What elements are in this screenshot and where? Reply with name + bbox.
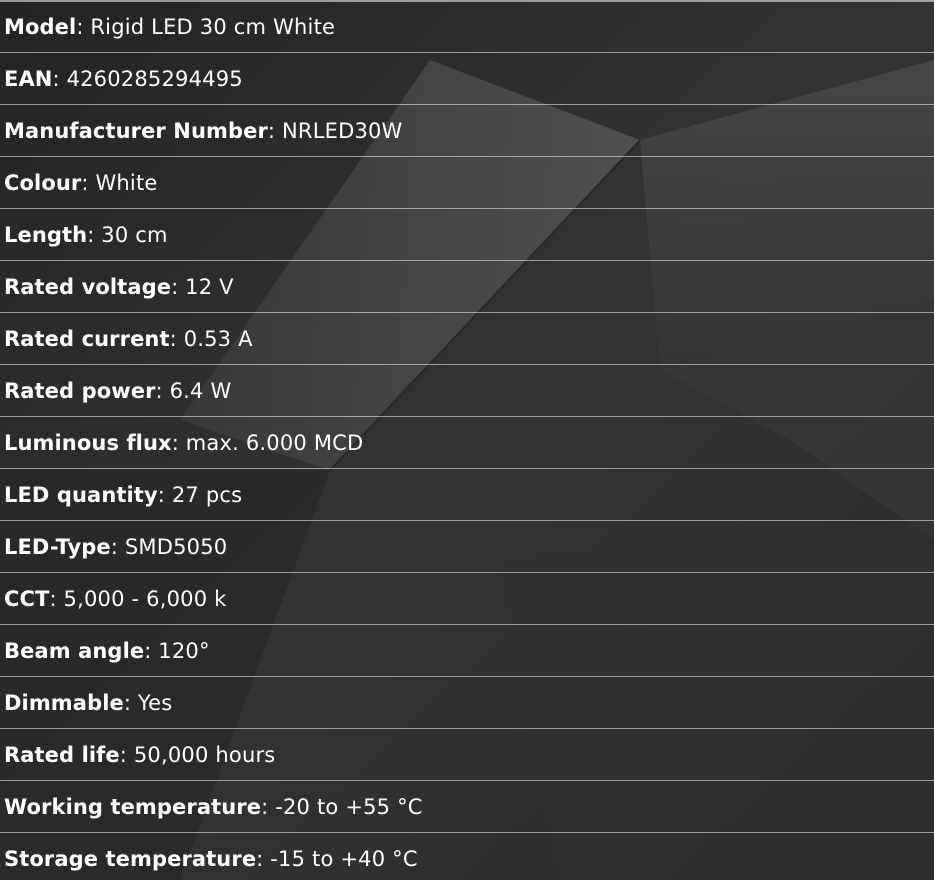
spec-label: Rated power (4, 378, 156, 403)
spec-label: Working temperature (4, 794, 262, 819)
spec-value: -15 to +40 °C (270, 846, 418, 871)
spec-label: CCT (4, 586, 50, 611)
spec-separator: : (81, 170, 89, 195)
spec-value: NRLED30W (282, 118, 403, 143)
spec-label: Rated life (4, 742, 120, 767)
spec-label: EAN (4, 66, 53, 91)
spec-label: Storage temperature (4, 846, 257, 871)
spec-separator: : (110, 534, 118, 559)
spec-separator: : (267, 118, 275, 143)
spec-separator: : (76, 15, 84, 39)
spec-row: Manufacturer Number: NRLED30W (0, 104, 934, 156)
spec-value: Rigid LED 30 cm White (90, 15, 336, 39)
spec-row: LED quantity:27 pcs (0, 468, 934, 520)
spec-label: Rated current (4, 326, 170, 351)
spec-label: Model (4, 15, 77, 39)
spec-separator: : (144, 638, 152, 663)
spec-row: Rated power:6.4 W (0, 364, 934, 416)
spec-separator: : (87, 222, 95, 247)
spec-separator: : (49, 586, 57, 611)
spec-label: Dimmable (4, 690, 124, 715)
spec-row: CCT:5,000 - 6,000 k (0, 572, 934, 624)
spec-separator: : (157, 482, 165, 507)
spec-label: Manufacturer Number (4, 118, 268, 143)
spec-separator: : (171, 430, 179, 455)
spec-value: 50,000 hours (133, 742, 276, 767)
spec-value: 4260285294495 (66, 66, 243, 91)
spec-separator: : (169, 326, 177, 351)
spec-row: Dimmable: Yes (0, 676, 934, 728)
spec-value: Yes (137, 690, 173, 715)
spec-row: Rated life:50,000 hours (0, 728, 934, 780)
spec-row: Rated voltage:12 V (0, 260, 934, 312)
spec-row: LED-Type: SMD5050 (0, 520, 934, 572)
spec-row: Working temperature: -20 to +55 °C (0, 780, 934, 832)
spec-row: Rated current:0.53 A (0, 312, 934, 364)
spec-separator: : (123, 690, 131, 715)
spec-label: LED-Type (4, 534, 111, 559)
spec-row: Beam angle:120° (0, 624, 934, 676)
spec-separator: : (52, 66, 60, 91)
spec-separator: : (261, 794, 269, 819)
spec-value: 120° (158, 638, 210, 663)
spec-label: Luminous flux (4, 430, 172, 455)
spec-value: max. 6.000 MCD (185, 430, 364, 455)
spec-row: EAN:4260285294495 (0, 52, 934, 104)
spec-value: SMD5050 (124, 534, 228, 559)
spec-label: Rated voltage (4, 274, 172, 299)
specification-list: Model: Rigid LED 30 cm White EAN:426028529… (0, 0, 934, 880)
spec-row: Colour: White (0, 156, 934, 208)
spec-separator: : (155, 378, 163, 403)
spec-row: Storage temperature: -15 to +40 °C (0, 832, 934, 880)
spec-value: 0.53 A (183, 326, 253, 351)
spec-label: LED quantity (4, 482, 158, 507)
spec-row: Length:30 cm (0, 208, 934, 260)
spec-value: 12 V (185, 274, 234, 299)
spec-value: 5,000 - 6,000 k (63, 586, 227, 611)
spec-value: 30 cm (101, 222, 168, 247)
spec-panel: Model: Rigid LED 30 cm White EAN:426028529… (0, 0, 934, 880)
spec-value: 6.4 W (169, 378, 232, 403)
spec-label: Length (4, 222, 88, 247)
spec-separator: : (171, 274, 179, 299)
spec-separator: : (256, 846, 264, 871)
spec-label: Beam angle (4, 638, 145, 663)
spec-value: 27 pcs (171, 482, 243, 507)
spec-value: -20 to +55 °C (275, 794, 423, 819)
spec-row: Luminous flux: max. 6.000 MCD (0, 416, 934, 468)
spec-row: Model: Rigid LED 30 cm White (0, 0, 934, 52)
spec-separator: : (119, 742, 127, 767)
spec-label: Colour (4, 170, 82, 195)
spec-value: White (95, 170, 158, 195)
